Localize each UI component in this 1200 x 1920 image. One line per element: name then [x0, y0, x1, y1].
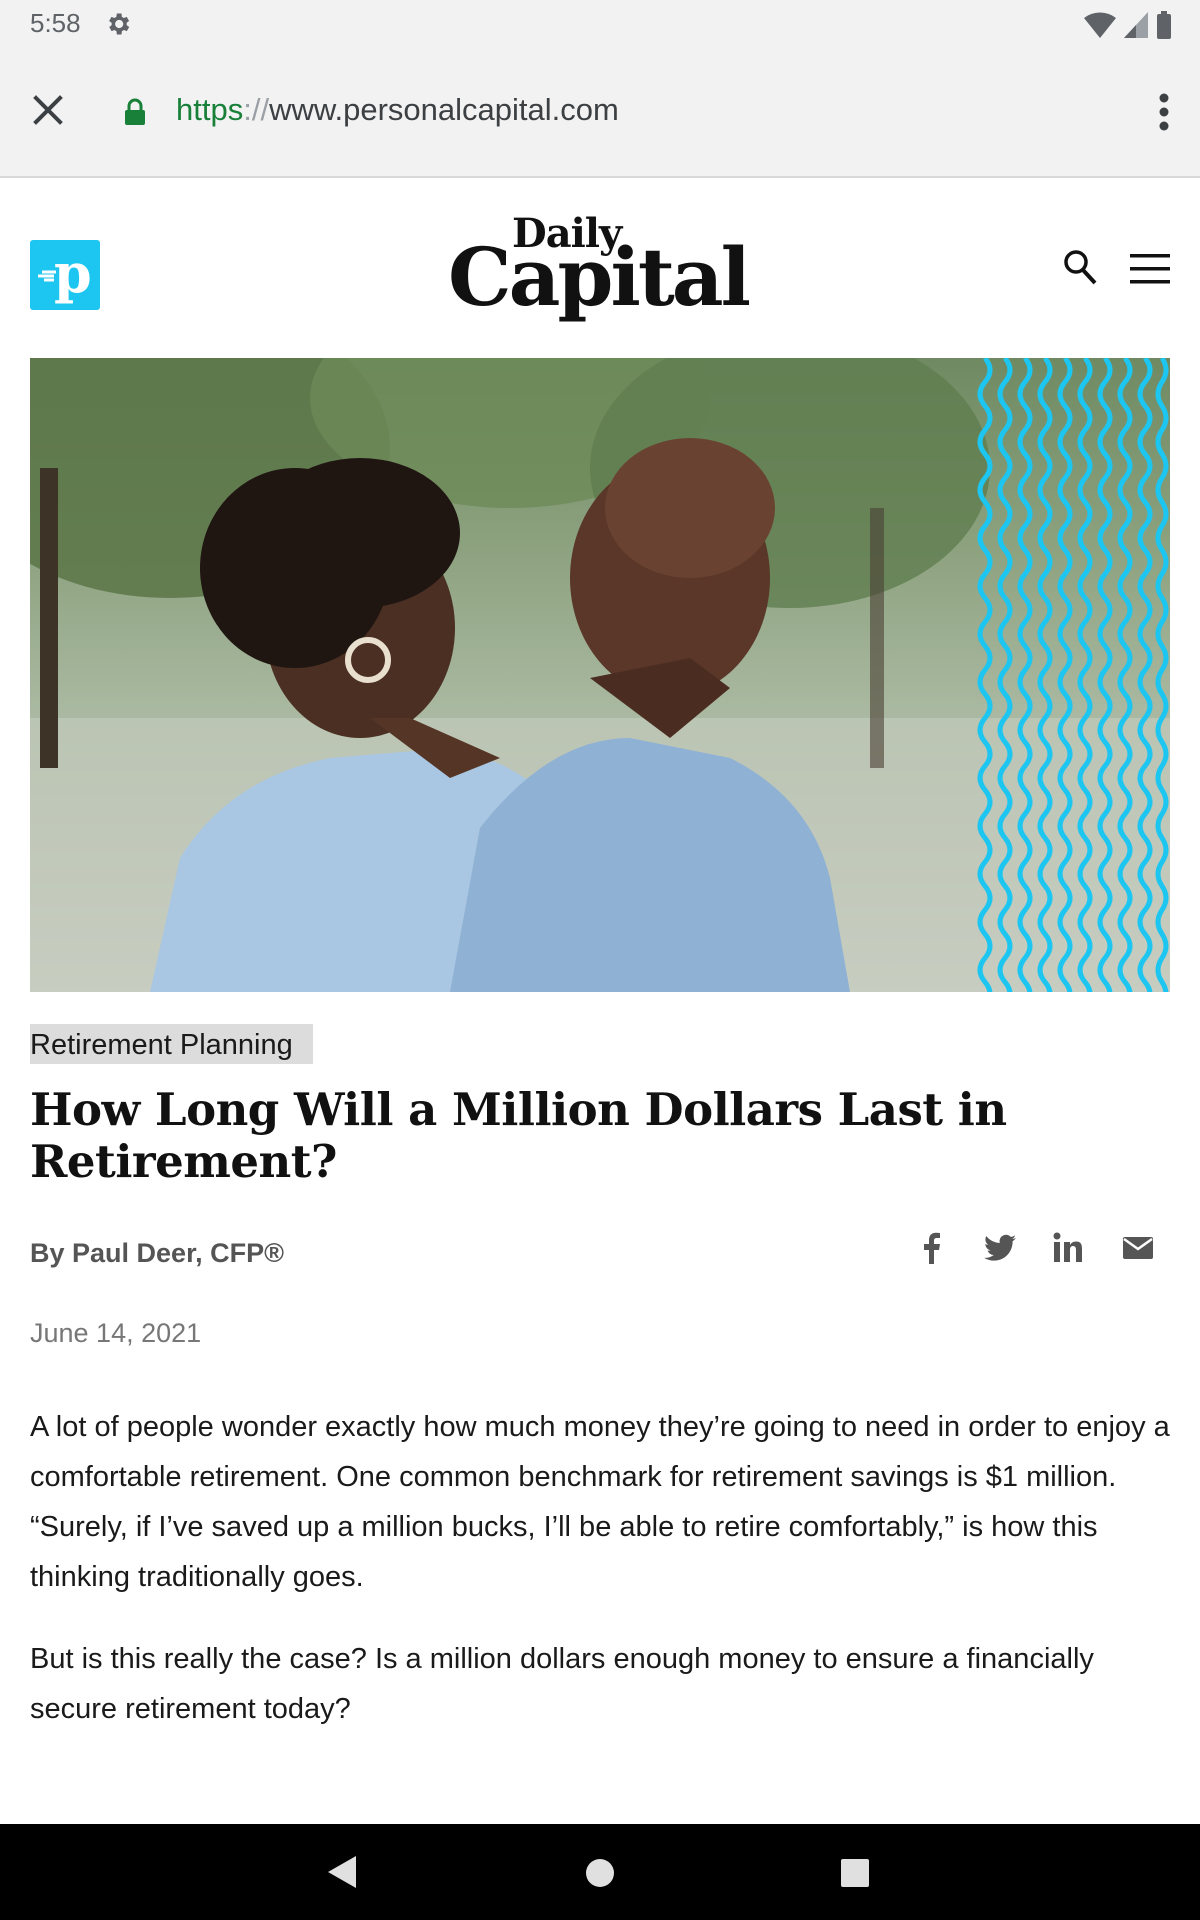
article-byline: By Paul Deer, CFP® — [30, 1238, 284, 1268]
facebook-icon[interactable] — [914, 1230, 950, 1266]
settings-gear-icon — [109, 13, 130, 35]
article-title: How Long Will a Million Dollars Last in … — [30, 1083, 1007, 1188]
share-bar — [914, 1230, 1170, 1270]
url-field[interactable]: https://www.personalcapital.com — [176, 92, 619, 128]
url-scheme: https — [176, 92, 244, 127]
article-paragraph: A lot of people wonder exactly how much … — [30, 1411, 1170, 1593]
linkedin-icon[interactable] — [1050, 1230, 1086, 1266]
system-nav-bar — [0, 1824, 1200, 1920]
signal-icon — [1124, 12, 1148, 38]
masthead-capital: Capital — [448, 230, 751, 324]
url-host: www.personalcapital.com — [269, 92, 619, 127]
personal-capital-logo[interactable]: p — [30, 240, 100, 310]
hero-photo — [30, 358, 1170, 992]
battery-icon — [1157, 11, 1171, 39]
twitter-icon[interactable] — [982, 1230, 1018, 1266]
more-vert-icon[interactable] — [1158, 92, 1170, 132]
browser-toolbar: https://www.personalcapital.com — [0, 50, 1200, 178]
search-icon[interactable] — [1062, 248, 1098, 288]
category-label: Retirement Planning — [30, 1029, 293, 1061]
status-time: 5:58 — [30, 8, 81, 38]
status-icons — [1084, 10, 1172, 40]
daily-capital-masthead[interactable]: Daily Capital — [448, 210, 758, 330]
back-icon[interactable] — [326, 1854, 358, 1890]
article-paragraph: But is this really the case? Is a millio… — [30, 1643, 1094, 1725]
logo-letter: p — [54, 241, 92, 305]
close-icon[interactable] — [28, 90, 68, 130]
site-header: p Daily Capital — [0, 178, 1200, 354]
category-tag[interactable]: Retirement Planning — [30, 1024, 313, 1064]
article-date: June 14, 2021 — [30, 1318, 202, 1348]
wifi-icon — [1084, 12, 1116, 38]
hamburger-menu-icon[interactable] — [1128, 252, 1172, 286]
url-separator: :// — [243, 92, 270, 127]
recents-icon[interactable] — [840, 1858, 870, 1888]
home-icon[interactable] — [585, 1858, 615, 1888]
hero-illustration — [30, 358, 1170, 992]
lock-icon — [125, 98, 145, 125]
status-bar: 5:58 — [0, 0, 1200, 50]
email-icon[interactable] — [1120, 1230, 1156, 1266]
